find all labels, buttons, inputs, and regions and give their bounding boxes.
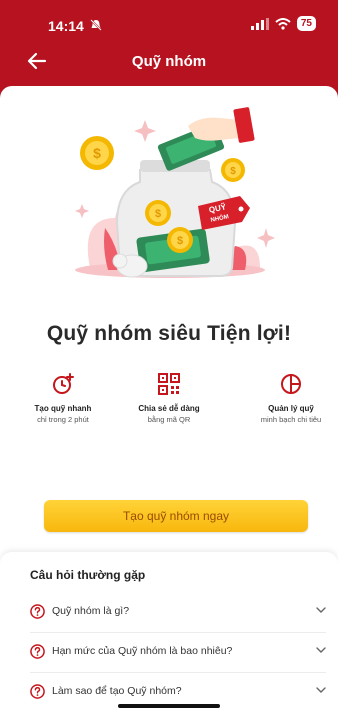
svg-text:$: $ xyxy=(155,208,161,220)
feature-quick-create: Tạo quỹ nhanh chỉ trong 2 phút xyxy=(8,372,118,424)
create-fund-button[interactable]: Tạo quỹ nhóm ngay xyxy=(44,500,308,532)
headline: Quỹ nhóm siêu Tiện lợi! xyxy=(46,322,292,345)
faq-title: Câu hỏi thường gặp xyxy=(30,568,146,582)
page-title: Quỹ nhóm xyxy=(131,53,207,70)
silent-bell-icon xyxy=(90,19,102,31)
clock-plus-icon xyxy=(53,373,74,394)
faq-question: Quỹ nhóm là gì? xyxy=(52,605,130,617)
chevron-down-icon xyxy=(316,687,326,693)
feature-subtitle: chỉ trong 2 phút xyxy=(37,415,89,424)
svg-text:$: $ xyxy=(93,145,101,161)
question-circle-icon xyxy=(30,604,45,619)
wifi-icon xyxy=(275,17,291,30)
feature-subtitle: minh bạch chi tiêu xyxy=(260,415,322,424)
feature-subtitle: bằng mã QR xyxy=(147,415,191,424)
feature-share: Chia sẻ dễ dàng bằng mã QR xyxy=(114,372,224,424)
status-icons: 75 xyxy=(250,16,316,31)
home-indicator xyxy=(118,704,220,708)
feature-title: Quản lý quỹ xyxy=(268,404,314,413)
faq-section: Câu hỏi thường gặp Quỹ nhóm là gì? Hạn m… xyxy=(0,552,338,715)
question-circle-icon xyxy=(30,644,45,659)
faq-item[interactable]: Quỹ nhóm là gì? xyxy=(30,592,326,633)
faq-question: Hạn mức của Quỹ nhóm là bao nhiêu? xyxy=(52,645,233,657)
faq-item[interactable]: Hạn mức của Quỹ nhóm là bao nhiêu? xyxy=(30,632,326,673)
status-bar: 14:14 75 xyxy=(0,0,338,44)
battery-indicator: 75 xyxy=(296,16,316,31)
hero-illustration: $ $ $ $ QUỸ NHÓM xyxy=(75,107,275,278)
question-circle-icon xyxy=(30,684,45,699)
feature-list: Tạo quỹ nhanh chỉ trong 2 phút Chia sẻ d… xyxy=(0,372,338,442)
svg-text:$: $ xyxy=(177,235,183,247)
chevron-down-icon xyxy=(316,647,326,653)
nav-bar: Quỹ nhóm xyxy=(0,44,338,84)
svg-text:$: $ xyxy=(230,166,236,177)
qr-code-icon xyxy=(158,373,180,395)
pie-chart-icon xyxy=(281,374,301,394)
chevron-down-icon xyxy=(316,607,326,613)
faq-question: Làm sao để tạo Quỹ nhóm? xyxy=(52,685,182,697)
feature-title: Tạo quỹ nhanh xyxy=(34,404,92,413)
signal-icon xyxy=(250,17,269,30)
status-time: 14:14 xyxy=(48,18,84,34)
feature-title: Chia sẻ dễ dàng xyxy=(138,404,200,413)
main-content: $ $ $ $ QUỸ NHÓM Quỹ nhóm siêu Tiện lợi!… xyxy=(0,86,338,715)
feature-manage: Quản lý quỹ minh bạch chi tiêu xyxy=(236,372,338,424)
